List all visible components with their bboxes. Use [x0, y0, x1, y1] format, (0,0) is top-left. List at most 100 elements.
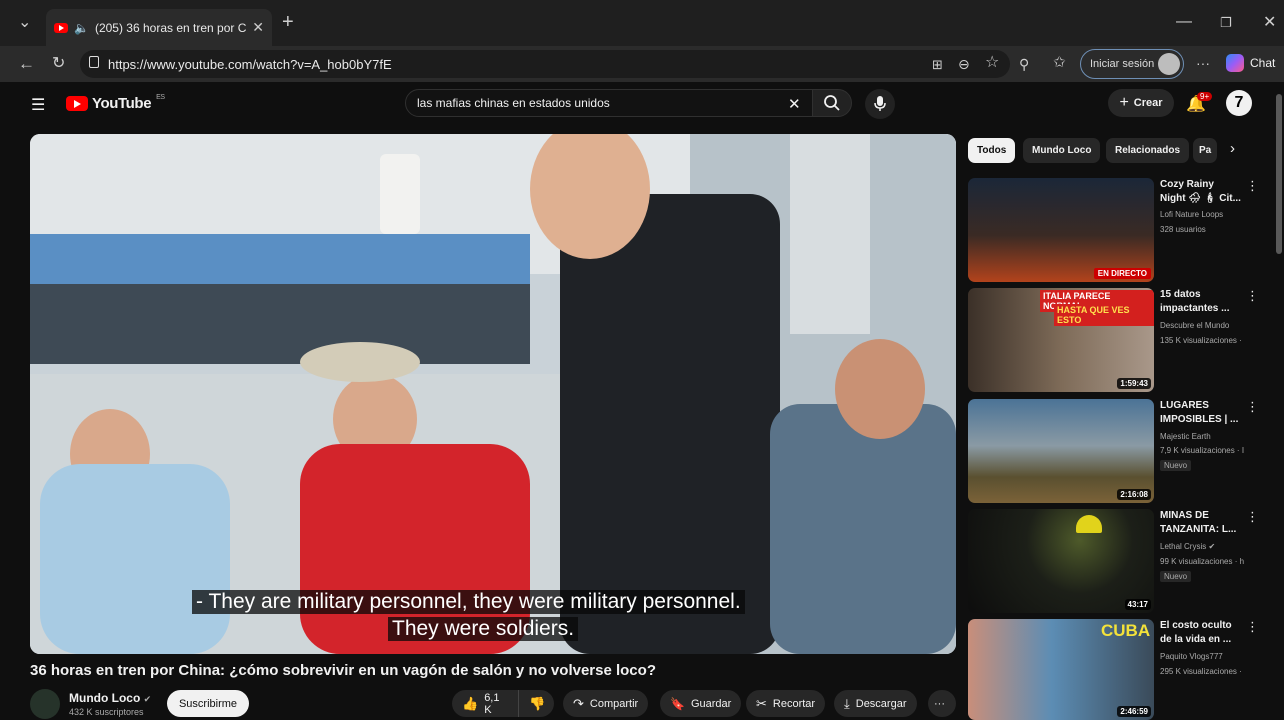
browser-tab-bar: ⌄ 🔈 (205) 36 horas en tren por Ch ✕ + — … [0, 0, 1284, 46]
channel-avatar[interactable] [30, 689, 60, 719]
favorite-star-icon[interactable]: ☆ [985, 55, 999, 71]
microphone-icon [874, 96, 886, 111]
close-tab-icon[interactable]: ✕ [252, 19, 264, 36]
youtube-favicon-icon [54, 22, 68, 33]
tab-list-chevron-icon[interactable]: ⌄ [18, 15, 31, 31]
region-code: ES [156, 94, 165, 101]
rec-thumbnail[interactable]: 2:16:08 [968, 399, 1154, 503]
rec-title-line: Night 🌧 🕯 Cit... [1160, 193, 1241, 204]
rec-views: 7,9 K visualizaciones · I [1160, 446, 1245, 455]
more-actions-button[interactable]: ··· [928, 690, 956, 717]
minimize-icon[interactable]: — [1176, 14, 1192, 30]
rec-title-line: MINAS DE [1160, 510, 1209, 521]
download-button[interactable]: ⤓ Descargar [834, 690, 917, 717]
helmet-lamp-icon [1076, 515, 1102, 533]
rec-title[interactable]: 15 datos impactantes ... [1160, 288, 1244, 316]
rec-channel[interactable]: Lofi Nature Loops [1160, 210, 1223, 219]
search-button[interactable] [812, 89, 852, 117]
rec-thumbnail[interactable]: EN DIRECTO [968, 178, 1154, 282]
rec-more-icon[interactable]: ⋮ [1246, 509, 1259, 525]
signin-button[interactable]: Iniciar sesión [1080, 49, 1184, 79]
rec-channel[interactable]: Descubre el Mundo [1160, 321, 1229, 330]
search-value: las mafias chinas en estados unidos [417, 96, 610, 110]
rec-channel[interactable]: Lethal Crysis ✔ [1160, 542, 1215, 551]
share-label: Compartir [589, 697, 639, 710]
rec-title[interactable]: El costo oculto de la vida en ... [1160, 619, 1244, 647]
browser-tab[interactable]: 🔈 (205) 36 horas en tren por Ch ✕ [46, 9, 272, 46]
page-scrollbar[interactable] [1276, 94, 1282, 254]
rec-channel[interactable]: Paquito Vlogs777 [1160, 652, 1223, 661]
rec-more-icon[interactable]: ⋮ [1246, 178, 1259, 194]
chips-next-chevron-icon[interactable]: › [1230, 140, 1235, 157]
rec-title[interactable]: LUGARES IMPOSIBLES | ... [1160, 399, 1244, 427]
profile-avatar-icon [1158, 53, 1180, 75]
signin-label: Iniciar sesión [1090, 58, 1155, 70]
rec-title[interactable]: Cozy Rainy Night 🌧 🕯 Cit... [1160, 178, 1244, 206]
chip-mundo-loco[interactable]: Mundo Loco [1023, 138, 1101, 163]
like-button[interactable]: 👍 6,1 K [452, 690, 518, 717]
thumbs-down-icon: 👎 [529, 695, 546, 711]
more-menu-icon[interactable]: ··· [1196, 55, 1210, 71]
chip-todos[interactable]: Todos [968, 138, 1016, 163]
duration-badge: 43:17 [1124, 599, 1151, 610]
rec-channel[interactable]: Majestic Earth [1160, 432, 1211, 441]
lock-icon [89, 56, 99, 68]
rec-title-line: impactantes ... [1160, 303, 1230, 314]
rec-title-line: TANZANITA: L... [1160, 524, 1237, 535]
caption-line-1: - They are military personnel, they were… [192, 590, 745, 614]
share-button[interactable]: ↷ Compartir [563, 690, 649, 717]
search-input[interactable]: las mafias chinas en estados unidos [405, 89, 815, 117]
search-icon [824, 95, 840, 111]
rec-views: 328 usuarios [1160, 225, 1206, 234]
video-frame-illustration [30, 134, 956, 654]
new-tab-icon[interactable]: + [282, 12, 294, 32]
create-button[interactable]: + Crear [1108, 89, 1174, 117]
new-badge: Nuevo [1160, 571, 1192, 582]
voice-search-button[interactable] [865, 89, 895, 119]
bookmark-icon: 🔖 [670, 696, 685, 711]
create-label: Crear [1133, 97, 1163, 109]
rec-more-icon[interactable]: ⋮ [1246, 288, 1259, 304]
extensions-icon[interactable]: ⚲ [1019, 56, 1029, 72]
back-icon[interactable]: ← [18, 55, 35, 72]
rec-thumbnail[interactable]: ITALIA PARECE NORMAL HASTA QUE VES ESTO … [968, 288, 1154, 392]
duration-badge: 2:46:59 [1117, 706, 1151, 717]
clear-search-icon[interactable]: ✕ [788, 95, 801, 113]
account-avatar[interactable]: 7 [1226, 90, 1252, 116]
rec-views: 295 K visualizaciones · [1160, 667, 1242, 676]
download-icon: ⤓ [844, 695, 850, 711]
channel-name[interactable]: Mundo Loco ✔ [69, 691, 151, 705]
plus-icon: + [1119, 94, 1129, 111]
dislike-button[interactable]: 👎 [518, 690, 554, 717]
reload-icon[interactable]: ↻ [52, 56, 65, 72]
url-field[interactable]: https://www.youtube.com/watch?v=A_hob0bY… [80, 50, 1010, 78]
duration-badge: 2:16:08 [1117, 489, 1151, 500]
subscribe-button[interactable]: Suscribirme [167, 690, 249, 717]
copilot-chat-button[interactable]: Chat [1226, 54, 1275, 72]
chip-more[interactable]: Pa [1193, 138, 1217, 163]
rec-title-line: IMPOSIBLES | ... [1160, 414, 1239, 425]
tab-title: (205) 36 horas en tren por Ch [94, 20, 247, 35]
rec-title[interactable]: MINAS DE TANZANITA: L... [1160, 509, 1244, 537]
youtube-logo[interactable]: YouTube ES [66, 94, 165, 112]
chip-relacionados[interactable]: Relacionados [1106, 138, 1190, 163]
rec-more-icon[interactable]: ⋮ [1246, 619, 1259, 635]
app-available-icon[interactable]: ⊞ [932, 57, 943, 73]
rec-views: 135 K visualizaciones · [1160, 336, 1242, 345]
save-label: Guardar [690, 697, 732, 710]
save-button[interactable]: 🔖 Guardar [660, 690, 742, 717]
maximize-icon[interactable]: ❐ [1220, 15, 1232, 31]
subscriber-count: 432 K suscriptores [69, 707, 144, 717]
favorites-icon[interactable]: ✩ [1053, 55, 1066, 71]
zoom-icon[interactable]: ⊖ [958, 56, 970, 72]
video-player[interactable]: - They are military personnel, they were… [30, 134, 956, 654]
clip-button[interactable]: ✂ Recortar [746, 690, 826, 717]
close-window-icon[interactable]: ✕ [1263, 15, 1276, 31]
rec-title-line: El costo oculto [1160, 620, 1232, 631]
rec-more-icon[interactable]: ⋮ [1246, 399, 1259, 415]
rec-thumbnail[interactable]: 43:17 [968, 509, 1154, 613]
verified-icon: ✔ [1208, 542, 1216, 551]
speaker-icon[interactable]: 🔈 [74, 21, 89, 35]
hamburger-menu-icon[interactable]: ☰ [31, 95, 45, 115]
rec-thumbnail[interactable]: CUBA 2:46:59 [968, 619, 1154, 720]
